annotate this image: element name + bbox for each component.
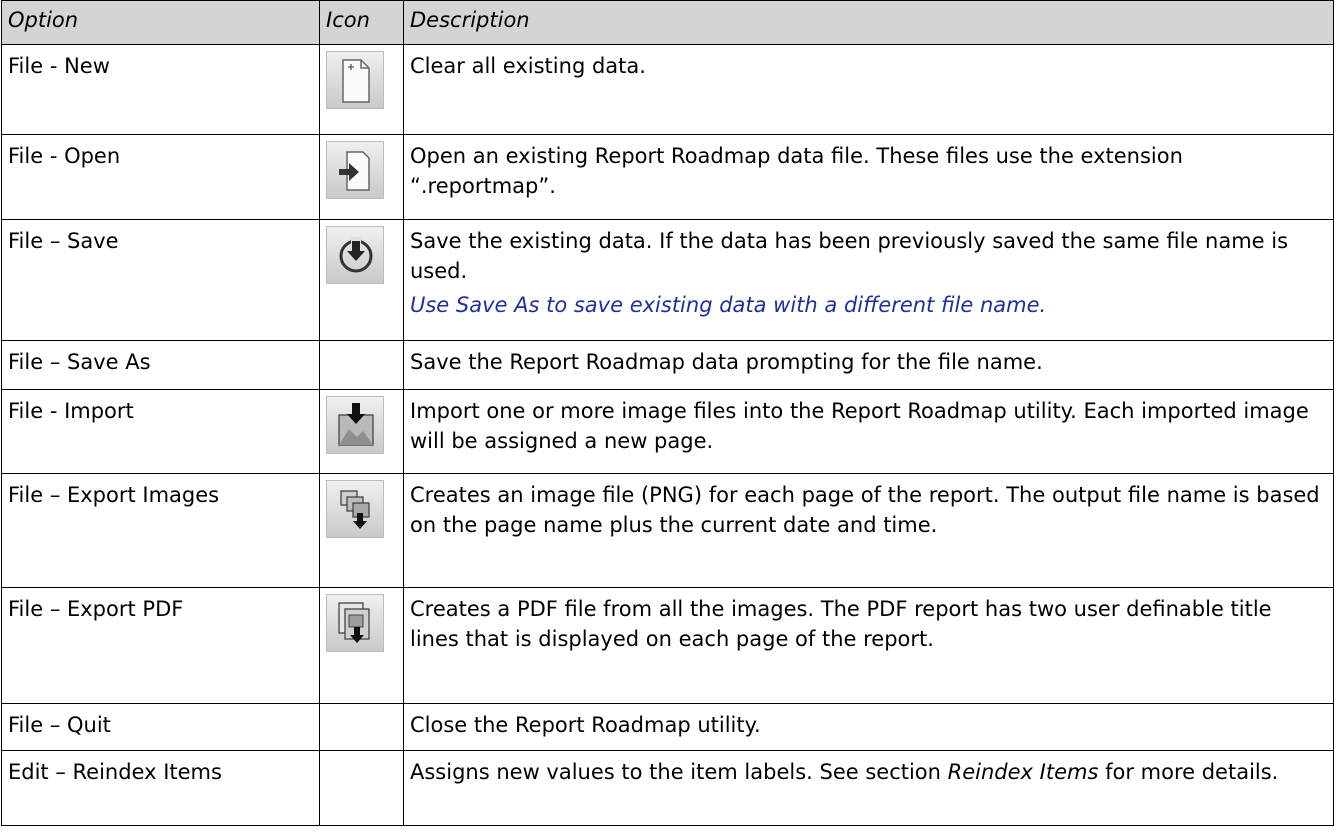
header-option: Option [1,0,320,45]
import-icon [326,396,384,454]
description-cell: Creates an image file (PNG) for each pag… [403,473,1334,588]
option-cell: File - New [1,44,320,135]
icon-cell [319,340,404,390]
table-row: File – Export Images Creates an image fi… [1,473,1334,588]
table-row: File – Save Save the existing data. If t… [1,219,1334,341]
icon-cell [319,44,404,135]
table-row: File – Quit Close the Report Roadmap uti… [1,703,1334,751]
icon-cell [319,389,404,474]
description-cell: Clear all existing data. [403,44,1334,135]
option-cell: File - Open [1,134,320,220]
save-as-note: Use Save As to save existing data with a… [410,293,1047,317]
icon-cell [319,750,404,826]
table-row: File – Save As Save the Report Roadmap d… [1,340,1334,390]
reindex-items-reference: Reindex Items [947,760,1099,784]
save-icon [326,226,384,284]
icon-cell [319,473,404,588]
description-cell: Creates a PDF file from all the images. … [403,587,1334,704]
export-pdf-icon [326,594,384,652]
description-text: Save the existing data. If the data has … [410,229,1289,283]
table-row: File - Open Open an existing Report Road… [1,134,1334,220]
icon-cell [319,134,404,220]
new-file-icon [326,51,384,109]
option-cell: File – Save As [1,340,320,390]
table-row: File - New Clear all existing data. [1,44,1334,135]
description-text: Assigns new values to the item labels. S… [410,760,948,784]
export-images-icon [326,480,384,538]
description-cell: Save the Report Roadmap data prompting f… [403,340,1334,390]
description-cell: Open an existing Report Roadmap data fil… [403,134,1334,220]
option-cell: File – Save [1,219,320,341]
open-file-icon [326,141,384,199]
option-cell: File – Export PDF [1,587,320,704]
option-cell: File – Quit [1,703,320,751]
options-table: Option Icon Description File - New Clear… [1,0,1334,826]
header-icon: Icon [319,0,404,45]
description-text: for more details. [1098,760,1279,784]
description-cell: Assigns new values to the item labels. S… [403,750,1334,826]
option-cell: File - Import [1,389,320,474]
table-row: File – Export PDF Creates a PDF file fro… [1,587,1334,704]
table-row: File - Import Import one or more image f… [1,389,1334,474]
description-cell: Close the Report Roadmap utility. [403,703,1334,751]
description-cell: Import one or more image files into the … [403,389,1334,474]
icon-cell [319,587,404,704]
header-row: Option Icon Description [1,0,1334,45]
icon-cell [319,703,404,751]
option-cell: Edit – Reindex Items [1,750,320,826]
icon-cell [319,219,404,341]
header-description: Description [403,0,1334,45]
table-row: Edit – Reindex Items Assigns new values … [1,750,1334,826]
description-cell: Save the existing data. If the data has … [403,219,1334,341]
option-cell: File – Export Images [1,473,320,588]
